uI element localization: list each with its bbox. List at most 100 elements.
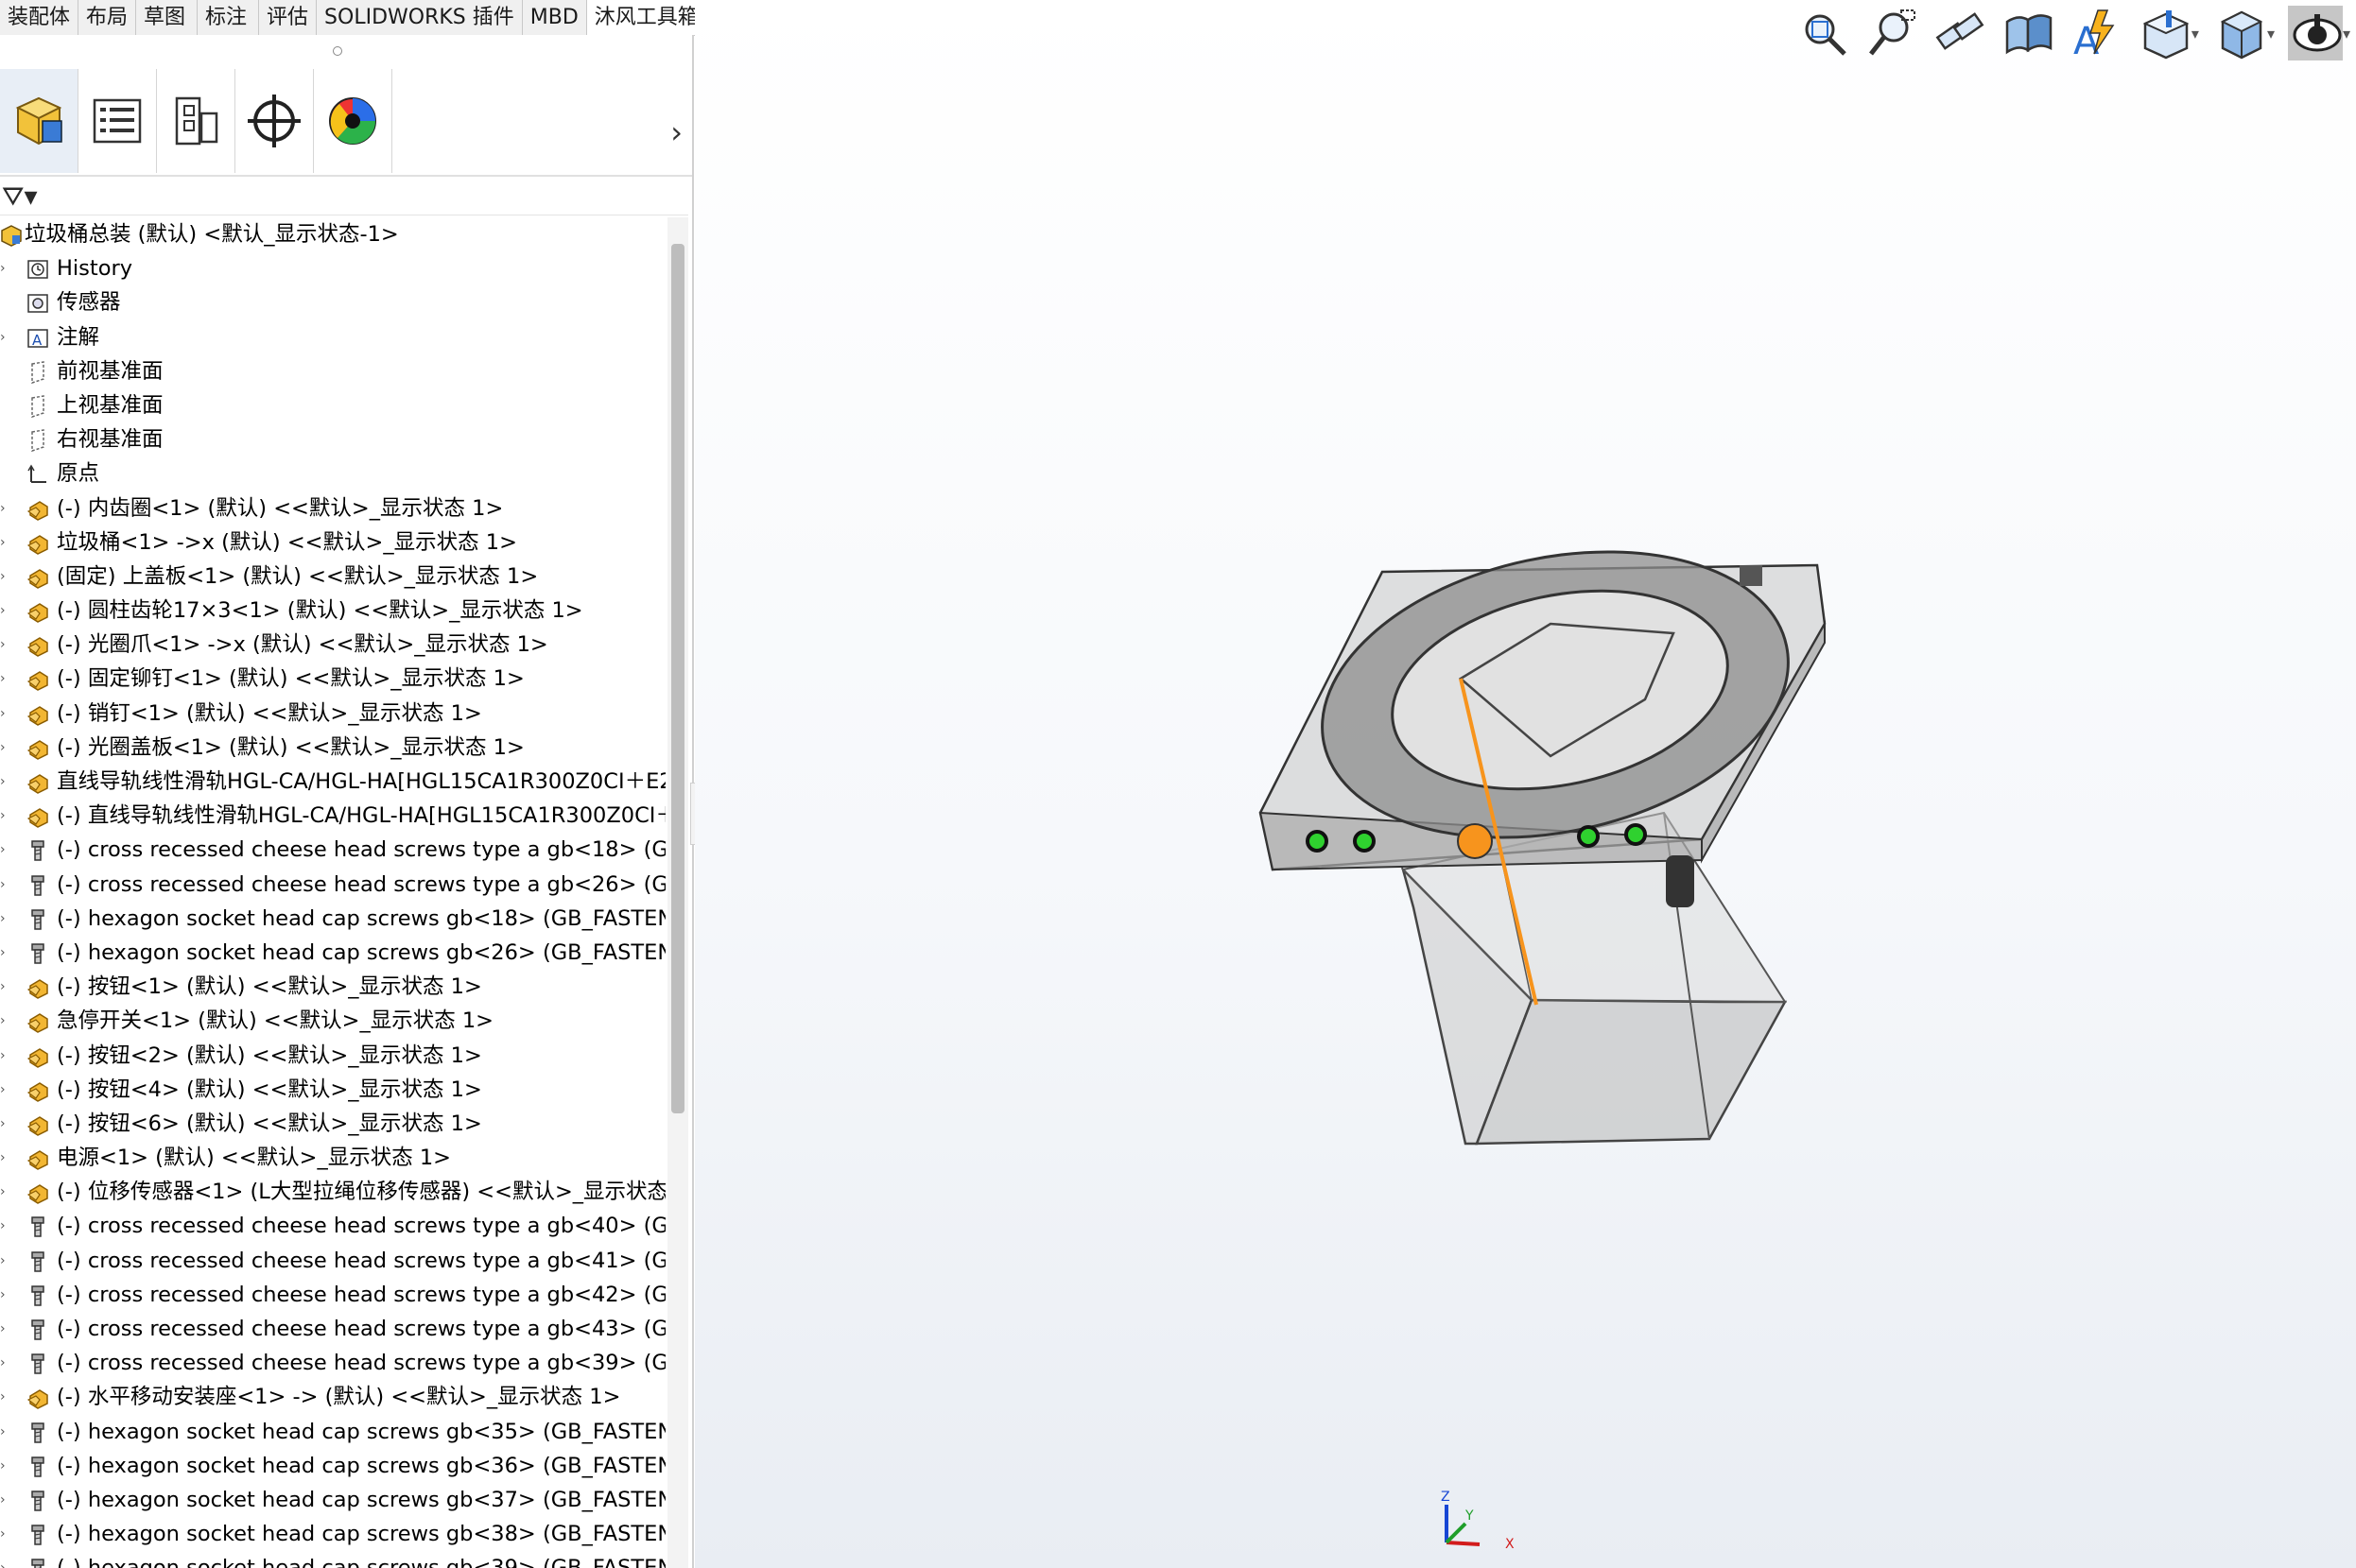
tree-item[interactable]: 原点 [0,457,666,491]
tree-scrollbar-thumb[interactable] [671,244,684,1113]
expand-arrow-icon[interactable]: › [0,1141,11,1175]
command-tab-2[interactable]: 草图 [136,0,199,35]
tree-item[interactable]: › (-) 水平移动安装座<1> -> (默认) <<默认>_显示状态 1> [0,1380,666,1414]
expand-arrow-icon[interactable]: › [0,491,11,526]
zoom-to-area-button[interactable] [1864,6,1919,60]
chevron-down-icon[interactable]: ▾ [2343,25,2350,43]
tree-item[interactable]: › (-) cross recessed cheese head screws t… [0,868,666,902]
tree-item[interactable]: › (-) 光圈盖板<1> (默认) <<默认>_显示状态 1> [0,731,666,765]
tree-item[interactable]: › (-) 按钮<6> (默认) <<默认>_显示状态 1> [0,1107,666,1141]
expand-arrow-icon[interactable]: › [0,1073,11,1107]
tree-item[interactable]: › (-) cross recessed cheese head screws t… [0,1346,666,1380]
command-tab-4[interactable]: 评估 [259,0,318,35]
expand-arrow-icon[interactable]: › [0,251,11,285]
expand-arrow-icon[interactable]: › [0,1004,11,1038]
tree-item[interactable]: › (-) hexagon socket head cap screws gb<1… [0,902,666,936]
tree-item[interactable]: › (-) cross recessed cheese head screws t… [0,1278,666,1312]
expand-arrow-icon[interactable]: › [0,628,11,662]
tree-item[interactable]: › (-) 内齿圈<1> (默认) <<默认>_显示状态 1> [0,491,666,526]
tree-item[interactable]: › A 注解 [0,320,666,354]
tree-item[interactable]: › (-) 直线导轨线性滑轨HGL-CA∕HGL-HA[HGL15CA1R300Z… [0,799,666,833]
expand-arrow-icon[interactable]: › [0,1107,11,1141]
tree-item[interactable]: › (-) 按钮<1> (默认) <<默认>_显示状态 1> [0,970,666,1004]
command-tab-5[interactable]: SOLIDWORKS 插件 [317,0,523,35]
tree-item[interactable]: › (-) hexagon socket head cap screws gb<2… [0,936,666,970]
expand-arrow-icon[interactable]: › [0,868,11,902]
tree-item[interactable]: › (-) hexagon socket head cap screws gb<3… [0,1449,666,1483]
display-manager-tab[interactable] [314,69,392,173]
tree-item[interactable]: › (-) 销钉<1> (默认) <<默认>_显示状态 1> [0,697,666,731]
expand-arrow-icon[interactable]: › [0,594,11,628]
feature-manager-tab[interactable] [0,69,78,173]
chevron-down-icon[interactable]: ▾ [2191,25,2199,43]
expand-arrow-icon[interactable]: › [0,731,11,765]
graphics-viewport[interactable]: A ▾ ▾ ▾ Z Y X [695,0,2356,1568]
expand-arrow-icon[interactable]: › [0,902,11,936]
tree-root[interactable]: 垃圾桶总装 (默认) <默认_显示状态-1> [0,217,666,251]
expand-arrow-icon[interactable]: › [0,1278,11,1312]
expand-arrow-icon[interactable]: › [0,560,11,594]
tree-filter-bar[interactable]: ⛛▾ [0,177,688,215]
expand-arrow-icon[interactable]: › [0,1175,11,1209]
expand-arrow-icon[interactable]: › [0,1380,11,1414]
command-tab-3[interactable]: 标注 [198,0,260,35]
assembly-model-3d[interactable] [695,0,2356,1568]
expand-arrow-icon[interactable]: › [0,1483,11,1517]
expand-arrow-icon[interactable]: › [0,1209,11,1243]
expand-arrow-icon[interactable]: › [0,1312,11,1346]
command-tab-0[interactable]: 装配体 [0,0,79,35]
expand-arrow-icon[interactable]: › [0,833,11,867]
expand-arrow-icon[interactable]: › [0,1551,11,1568]
expand-arrow-icon[interactable]: › [0,526,11,560]
tree-item[interactable]: › (-) 按钮<4> (默认) <<默认>_显示状态 1> [0,1073,666,1107]
tree-item[interactable]: 传感器 [0,285,666,319]
expand-arrow-icon[interactable]: › [0,662,11,696]
property-manager-tab[interactable] [78,69,157,173]
tree-item[interactable]: 前视基准面 [0,354,666,388]
tree-item[interactable]: › (-) 固定铆钉<1> (默认) <<默认>_显示状态 1> [0,662,666,696]
chevron-down-icon[interactable]: ▾ [2267,25,2275,43]
filter-icon[interactable]: ⛛▾ [2,181,38,213]
expand-arrow-icon[interactable]: › [0,799,11,833]
expand-arrow-icon[interactable]: › [0,320,11,354]
tree-item[interactable]: › (-) 位移传感器<1> (L大型拉绳位移传感器) <<默认>_显示状态 1> [0,1175,666,1209]
tree-item[interactable]: › (-) cross recessed cheese head screws t… [0,1244,666,1278]
command-tab-1[interactable]: 布局 [78,0,137,35]
tree-item[interactable]: › History [0,251,666,285]
tree-item[interactable]: › (-) hexagon socket head cap screws gb<3… [0,1483,666,1517]
tree-item[interactable]: › (-) hexagon socket head cap screws gb<3… [0,1517,666,1551]
zoom-to-fit-button[interactable] [1796,6,1851,60]
tree-scrollbar[interactable] [667,217,688,1568]
tree-item[interactable]: › 垃圾桶<1> ->x (默认) <<默认>_显示状态 1> [0,526,666,560]
tree-item[interactable]: › (-) cross recessed cheese head screws t… [0,1209,666,1243]
expand-arrow-icon[interactable]: › [0,970,11,1004]
tree-item[interactable]: › (-) cross recessed cheese head screws t… [0,1312,666,1346]
expand-arrow-icon[interactable]: › [0,1449,11,1483]
expand-arrow-icon[interactable]: › [0,765,11,799]
display-style-button[interactable] [2212,6,2267,60]
tree-item[interactable]: 右视基准面 [0,422,666,457]
tree-item[interactable]: › 电源<1> (默认) <<默认>_显示状态 1> [0,1141,666,1175]
tree-item[interactable]: › (-) cross recessed cheese head screws t… [0,833,666,867]
dynamic-annotation-view-button[interactable]: A [2069,6,2123,60]
dimxpert-manager-tab[interactable] [235,69,314,173]
tree-item[interactable]: › (-) 光圈爪<1> ->x (默认) <<默认>_显示状态 1> [0,628,666,662]
expand-arrow-icon[interactable]: › [0,1039,11,1073]
tree-item[interactable]: › (-) hexagon socket head cap screws gb<3… [0,1415,666,1449]
section-view-button[interactable] [2001,6,2055,60]
tree-item[interactable]: 上视基准面 [0,388,666,422]
tree-item[interactable]: › (固定) 上盖板<1> (默认) <<默认>_显示状态 1> [0,560,666,594]
expand-arrow-icon[interactable]: › [0,1415,11,1449]
chevron-right-icon[interactable]: › [670,114,683,150]
panel-grip-handle[interactable] [333,46,342,56]
tree-item[interactable]: › (-) 圆柱齿轮17×3<1> (默认) <<默认>_显示状态 1> [0,594,666,628]
expand-arrow-icon[interactable]: › [0,936,11,970]
view-orientation-button[interactable] [2137,6,2191,60]
configuration-manager-tab[interactable] [157,69,235,173]
command-tab-6[interactable]: MBD [523,0,587,35]
tree-item[interactable]: › 直线导轨线性滑轨HGL-CA∕HGL-HA[HGL15CA1R300Z0CI＋… [0,765,666,799]
expand-arrow-icon[interactable]: › [0,1346,11,1380]
hide-show-items-button[interactable] [2287,6,2343,60]
tree-item[interactable]: › (-) hexagon socket head cap screws gb<3… [0,1551,666,1568]
tree-item[interactable]: › (-) 按钮<2> (默认) <<默认>_显示状态 1> [0,1039,666,1073]
